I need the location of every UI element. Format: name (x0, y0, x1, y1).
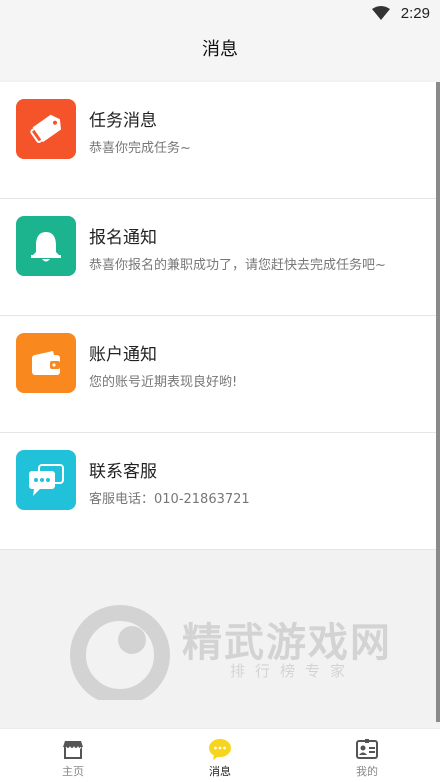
tab-home[interactable]: 主页 (0, 729, 146, 782)
message-item-account[interactable]: 账户通知 您的账号近期表现良好哟! (0, 316, 440, 433)
message-title: 报名通知 (89, 228, 157, 248)
scrollbar[interactable] (436, 82, 440, 722)
id-card-icon (356, 739, 378, 759)
status-bar: 2:29 (0, 0, 440, 28)
account-icon-box (16, 333, 76, 393)
bell-icon (31, 232, 61, 262)
nav-bar: 消息 (0, 28, 440, 80)
message-item-signup[interactable]: 报名通知 恭喜你报名的兼职成功了，请您赶快去完成任务吧~ (0, 199, 440, 316)
support-icon-box (16, 450, 76, 510)
store-icon (63, 741, 83, 759)
message-title: 任务消息 (89, 111, 157, 131)
page-title: 消息 (202, 39, 238, 60)
message-subtitle: 恭喜你报名的兼职成功了，请您赶快去完成任务吧~ (89, 258, 386, 273)
message-subtitle: 客服电话：010-21863721 (89, 492, 250, 507)
chat-bubble-icon (209, 739, 231, 760)
message-item-support[interactable]: 联系客服 客服电话：010-21863721 (0, 433, 440, 550)
tab-label: 我的 (356, 765, 378, 778)
message-list: 任务消息 恭喜你完成任务~ 报名通知 恭喜你报名的兼职成功了，请您赶快去完成任务… (0, 82, 440, 550)
wallet-icon (32, 351, 60, 375)
chat-icon (29, 464, 64, 496)
signup-icon-box (16, 216, 76, 276)
message-subtitle: 恭喜你完成任务~ (89, 141, 191, 156)
tab-label: 主页 (62, 765, 84, 778)
status-time: 2:29 (400, 5, 430, 22)
tab-profile[interactable]: 我的 (294, 729, 440, 782)
watermark-logo (70, 605, 170, 700)
task-icon-box (16, 99, 76, 159)
wifi-icon (372, 6, 390, 20)
message-subtitle: 您的账号近期表现良好哟! (89, 375, 238, 390)
tab-messages[interactable]: 消息 (147, 729, 293, 782)
watermark: 精武游戏网 排行榜专家 (70, 600, 420, 700)
tab-bar: 主页 消息 我的 (0, 728, 440, 782)
message-title: 账户通知 (89, 345, 157, 365)
message-title: 联系客服 (89, 462, 157, 482)
watermark-tagline: 排行榜专家 (230, 662, 356, 680)
tab-label: 消息 (209, 765, 231, 778)
message-item-task[interactable]: 任务消息 恭喜你完成任务~ (0, 82, 440, 199)
tag-icon (30, 114, 61, 143)
